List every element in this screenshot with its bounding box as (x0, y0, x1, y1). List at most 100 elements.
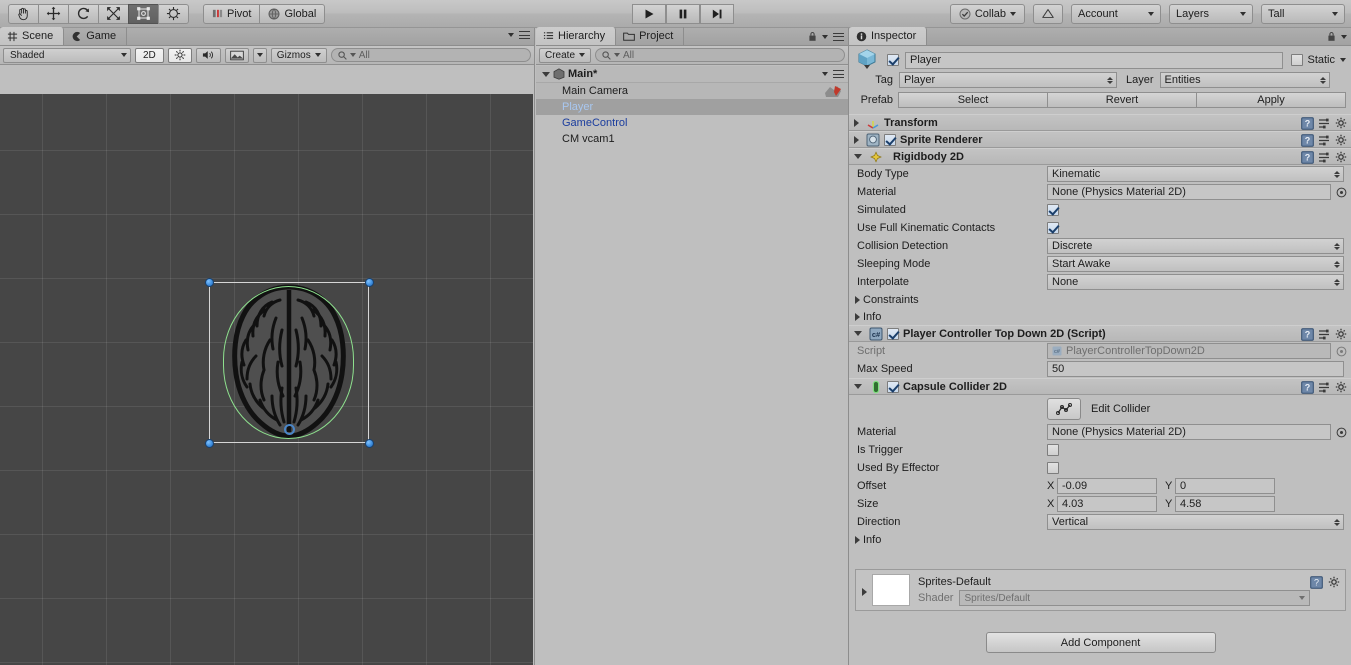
used-by-effector-checkbox[interactable] (1047, 462, 1059, 474)
gameobject-enabled-checkbox[interactable] (887, 54, 899, 66)
preset-icon[interactable] (1318, 328, 1331, 341)
gear-icon[interactable] (1335, 381, 1348, 394)
layout-dropdown[interactable]: Tall (1261, 3, 1345, 24)
prefab-apply-button[interactable]: Apply (1196, 92, 1346, 108)
component-enabled-checkbox[interactable] (887, 327, 899, 340)
gear-icon[interactable] (1335, 117, 1348, 130)
hierarchy-item-main-camera[interactable]: Main Camera (536, 83, 848, 99)
preset-icon[interactable] (1318, 151, 1331, 164)
hierarchy-search-input[interactable]: All (595, 48, 845, 62)
help-icon[interactable]: ? (1301, 151, 1314, 164)
account-dropdown[interactable]: Account (1071, 3, 1161, 24)
step-button[interactable] (700, 3, 734, 24)
effects-dropdown-button[interactable] (252, 47, 267, 63)
selection-handle-tl[interactable] (205, 278, 214, 287)
hierarchy-tab-menu[interactable] (808, 31, 844, 42)
chevron-down-icon[interactable] (854, 331, 862, 336)
chevron-down-icon[interactable] (542, 71, 550, 77)
chevron-right-icon[interactable] (855, 535, 860, 544)
toggle-2d-button[interactable]: 2D (135, 47, 164, 63)
lighting-toggle-button[interactable] (167, 47, 192, 63)
component-enabled-checkbox[interactable] (884, 133, 896, 146)
menu-icon[interactable] (833, 32, 844, 41)
gear-icon[interactable] (1335, 134, 1348, 147)
scale-tool-button[interactable] (98, 3, 129, 24)
pivot-handle[interactable] (284, 424, 295, 435)
static-checkbox[interactable] (1291, 54, 1304, 66)
tab-project[interactable]: Project (616, 27, 685, 45)
menu-icon[interactable] (833, 70, 844, 78)
interpolate-dropdown[interactable]: None (1047, 274, 1344, 290)
help-icon[interactable]: ? (1301, 381, 1314, 394)
hierarchy-item-cm-vcam1[interactable]: CM vcam1 (536, 131, 848, 147)
chevron-down-icon[interactable] (854, 384, 862, 389)
pivot-toggle-button[interactable]: Pivot (203, 3, 261, 24)
tag-dropdown[interactable]: Player (899, 72, 1117, 88)
size-y-input[interactable]: 4.58 (1175, 496, 1275, 512)
hand-tool-button[interactable] (8, 3, 39, 24)
prefab-select-button[interactable]: Select (898, 92, 1048, 108)
chevron-right-icon[interactable] (855, 312, 860, 321)
property-constraints-foldout[interactable]: Constraints (849, 291, 1351, 308)
simulated-checkbox[interactable] (1047, 204, 1059, 216)
component-header-player-controller[interactable]: c# Player Controller Top Down 2D (Script… (849, 325, 1351, 342)
inspector-tab-menu[interactable] (1327, 31, 1347, 42)
is-trigger-checkbox[interactable] (1047, 444, 1059, 456)
layers-dropdown[interactable]: Layers (1169, 3, 1253, 24)
gameobject-name-input[interactable]: Player (905, 51, 1284, 69)
create-dropdown-button[interactable]: Create (539, 47, 592, 63)
gear-icon[interactable] (1328, 576, 1341, 589)
selection-handle-bl[interactable] (205, 439, 214, 448)
cloud-button[interactable] (1033, 3, 1063, 24)
shading-mode-dropdown[interactable]: Shaded (3, 47, 131, 63)
sleeping-mode-dropdown[interactable]: Start Awake (1047, 256, 1344, 272)
hierarchy-item-gamecontrol[interactable]: GameControl (536, 115, 848, 131)
selection-handle-tr[interactable] (365, 278, 374, 287)
component-header-sprite-renderer[interactable]: Sprite Renderer ? (849, 131, 1351, 148)
tab-inspector[interactable]: Inspector (849, 27, 928, 45)
chevron-down-icon[interactable] (1340, 58, 1346, 62)
scene-search-input[interactable]: All (330, 48, 531, 62)
chevron-right-icon[interactable] (862, 588, 867, 596)
preset-icon[interactable] (1318, 117, 1331, 130)
transform-tool-button[interactable] (158, 3, 189, 24)
collision-detection-dropdown[interactable]: Discrete (1047, 238, 1344, 254)
use-full-kinematic-contacts-checkbox[interactable] (1047, 222, 1059, 234)
gear-icon[interactable] (1335, 151, 1348, 164)
help-icon[interactable]: ? (1301, 328, 1314, 341)
edit-collider-button[interactable] (1047, 398, 1081, 420)
gizmos-dropdown[interactable]: Gizmos (270, 47, 327, 63)
collab-button[interactable]: Collab (949, 3, 1025, 24)
play-button[interactable] (632, 3, 666, 24)
property-rb-info-foldout[interactable]: Info (849, 308, 1351, 325)
effects-toggle-button[interactable] (224, 47, 249, 63)
help-icon[interactable]: ? (1301, 117, 1314, 130)
tab-hierarchy[interactable]: Hierarchy (536, 27, 617, 45)
offset-x-input[interactable]: -0.09 (1057, 478, 1157, 494)
shader-dropdown[interactable]: Sprites/Default (959, 590, 1310, 606)
help-icon[interactable]: ? (1310, 576, 1323, 589)
hierarchy-scene-root[interactable]: Main* (536, 66, 848, 83)
pause-button[interactable] (666, 3, 700, 24)
property-collider-info-foldout[interactable]: Info (849, 531, 1351, 548)
preset-icon[interactable] (1318, 134, 1331, 147)
body-type-dropdown[interactable]: Kinematic (1047, 166, 1344, 182)
direction-dropdown[interactable]: Vertical (1047, 514, 1344, 530)
offset-y-input[interactable]: 0 (1175, 478, 1275, 494)
selection-handle-br[interactable] (365, 439, 374, 448)
global-toggle-button[interactable]: Global (259, 3, 326, 24)
max-speed-input[interactable]: 50 (1047, 361, 1344, 377)
component-header-transform[interactable]: Transform ? (849, 114, 1351, 131)
layer-dropdown[interactable]: Entities (1159, 72, 1330, 88)
gear-icon[interactable] (1335, 328, 1348, 341)
scene-hierarchy-splitter[interactable] (534, 28, 535, 665)
chevron-down-icon[interactable] (854, 154, 862, 159)
component-header-capsule-collider-2d[interactable]: Capsule Collider 2D ? (849, 378, 1351, 395)
tab-game[interactable]: Game (64, 27, 128, 45)
chevron-right-icon[interactable] (854, 118, 859, 127)
object-picker-icon[interactable] (1335, 345, 1348, 358)
rotate-tool-button[interactable] (68, 3, 99, 24)
preset-icon[interactable] (1318, 381, 1331, 394)
scene-tab-menu[interactable] (508, 31, 530, 39)
object-picker-icon[interactable] (1335, 186, 1348, 199)
